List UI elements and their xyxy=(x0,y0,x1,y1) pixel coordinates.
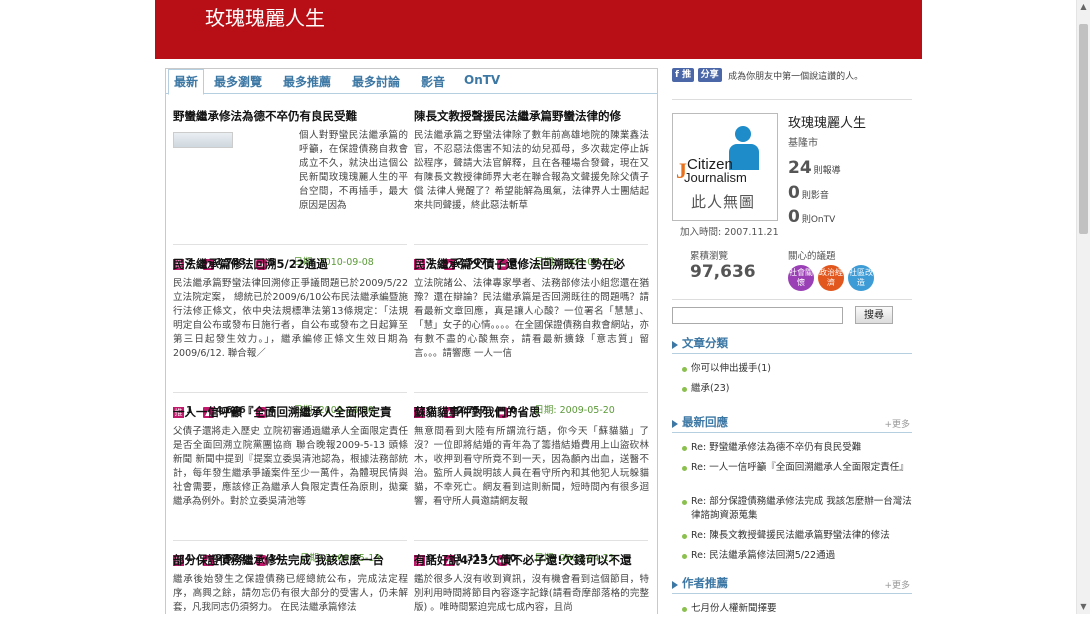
article-title[interactable]: 陳長文教授聲援民法繼承篇野蠻法律的修 xyxy=(414,108,649,124)
divider xyxy=(173,244,407,245)
response-item[interactable]: Re: 民法繼承篇修法回溯5/22通過 xyxy=(682,549,917,563)
article-card: 一人一信呼籲『全面回溯繼承人全面限定責 父債子還將走入歷史 立院初審通過繼承人全… xyxy=(173,404,408,566)
scroll-down-arrow-icon[interactable]: ▼ xyxy=(1077,600,1090,614)
divider xyxy=(414,244,648,245)
tab-ontv[interactable]: OnTV xyxy=(464,73,500,87)
divider xyxy=(414,392,648,393)
facebook-like-bar: f 推 分享 成為你朋友中第一個說這讚的人。 xyxy=(672,68,863,82)
author-name[interactable]: 玫瑰瑰麗人生 xyxy=(788,112,866,131)
divider xyxy=(672,353,912,354)
divider xyxy=(672,593,912,594)
divider xyxy=(173,540,407,541)
video-count-label: 則影音 xyxy=(801,191,829,201)
article-card: 有話好說4/23欠債不必子還!欠錢可以不還 鑑於很多人沒有收到資訊，沒有機會看到… xyxy=(414,552,649,617)
divider xyxy=(672,299,912,300)
responses-title: 最新回應 xyxy=(672,414,728,430)
article-excerpt: 繼承後始發生之保證債務已經總統公布，完成法定程序，高興之餘，請勿忘仍有很大部分的… xyxy=(173,574,408,613)
article-excerpt: 民法繼承篇之野蠻法律除了數年前高雄地院的陳業鑫法官，不忍惡法傷害不知法的幼兒孤母… xyxy=(414,130,649,211)
tab-most-recommended[interactable]: 最多推薦 xyxy=(283,73,331,90)
person-icon xyxy=(735,126,751,142)
category-item[interactable]: 繼承(23) xyxy=(682,382,917,396)
report-count-label: 則報導 xyxy=(813,166,841,176)
article-list-panel: 最新 最多瀏覽 最多推薦 最多討論 影音 OnTV 野蠻繼承修法為德不卒仍有良民… xyxy=(165,68,658,614)
total-views-label: 累積瀏覽 xyxy=(690,251,729,262)
article-title[interactable]: 野蠻繼承修法為德不卒仍有良民受難 xyxy=(173,108,408,124)
article-excerpt-text: 個人對野蠻民法繼承篇的呼籲，在保證債務自救會成立不久，就決出這個公民新聞玫瑰瑰麗… xyxy=(299,130,408,211)
article-excerpt: 無意間看到大陸有所謂流行語，你今天「蘇貓貓」了沒？一位即將結婚的青年為了籌措結婚… xyxy=(414,426,649,507)
article-card: 陳長文教授聲援民法繼承篇野蠻法律的修 民法繼承篇之野蠻法律除了數年前高雄地院的陳… xyxy=(414,108,649,270)
scroll-up-arrow-icon[interactable]: ▲ xyxy=(1077,0,1090,14)
facebook-f-icon: f xyxy=(675,70,679,80)
article-card: 部分保證債務繼承修法完成 我該怎麼一台 繼承後始發生之保證債務已經總統公布，完成… xyxy=(173,552,408,617)
category-item[interactable]: 你可以伸出援手(1) xyxy=(682,362,917,376)
response-item[interactable]: Re: 陳長文教授聲援民法繼承篇野蠻法律的修法 xyxy=(682,529,917,543)
article-title[interactable]: 部分保證債務繼承修法完成 我該怎麼一台 xyxy=(173,552,408,568)
person-body-shape xyxy=(729,144,759,170)
article-thumbnail[interactable] xyxy=(173,132,233,148)
divider xyxy=(672,432,912,433)
divider xyxy=(414,540,648,541)
article-excerpt: 鑑於很多人沒有收到資訊，沒有機會看到這個節目，特別利用時間將節目內容逐字記錄(請… xyxy=(414,574,649,613)
recommended-more-link[interactable]: +更多 xyxy=(884,578,910,591)
article-title[interactable]: 有話好說4/23欠債不必子還!欠錢可以不還 xyxy=(414,552,649,568)
report-count-value: 24 xyxy=(788,158,812,178)
avatar-caption: 此人無圖 xyxy=(691,193,756,211)
article-card: 民法繼承篇修法回溯5/22通過 民法繼承篇野蠻法律回溯修正爭議問題已於2009/… xyxy=(173,256,408,418)
total-views: 97,636 xyxy=(690,262,756,282)
tab-most-discussed[interactable]: 最多討論 xyxy=(352,73,400,90)
responses-more-link[interactable]: +更多 xyxy=(884,417,910,430)
topic-badge[interactable]: 社會關懷 xyxy=(788,265,814,291)
search-input[interactable] xyxy=(672,307,843,324)
topics-label: 關心的議題 xyxy=(788,251,836,262)
blog-title[interactable]: 玫瑰瑰麗人生 xyxy=(205,2,325,31)
divider xyxy=(173,392,407,393)
recommended-title: 作者推薦 xyxy=(672,575,728,591)
article-card: 野蠻繼承修法為德不卒仍有良民受難 個人對野蠻民法繼承篇的呼籲，在保證債務自救會成… xyxy=(173,108,408,270)
page-scrollbar[interactable]: ▲ ▼ xyxy=(1076,0,1090,614)
topic-badge[interactable]: 政治經濟 xyxy=(818,265,844,291)
article-card: 民法繼承篇父債子還修法回溯既往 勢在必 立法院諸公、法律專家學者、法務部修法小組… xyxy=(414,256,649,418)
response-item[interactable]: Re: 野蠻繼承修法為德不卒仍有良民受難 xyxy=(682,441,917,455)
facebook-recommend-button[interactable]: f 推 xyxy=(672,68,695,82)
facebook-recommend-label: 推 xyxy=(682,70,692,80)
article-excerpt: 民法繼承篇野蠻法律回溯修正爭議問題已於2009/5/22立法院定案， 總統已於2… xyxy=(173,278,408,359)
divider xyxy=(672,99,912,100)
tab-video[interactable]: 影音 xyxy=(421,73,445,90)
tab-most-viewed[interactable]: 最多瀏覽 xyxy=(214,73,262,90)
categories-title: 文章分類 xyxy=(672,335,728,351)
report-count: 24 則報導 xyxy=(788,158,841,178)
video-count: 0 則影音 xyxy=(788,183,829,203)
response-item[interactable]: Re: 部分保證債務繼承修法完成 我該怎麼辦一台灣法律諮詢資源蒐集 xyxy=(682,495,917,523)
article-title[interactable]: 一人一信呼籲『全面回溯繼承人全面限定責 xyxy=(173,404,408,420)
blog-header: 玫瑰瑰麗人生 xyxy=(155,0,922,59)
avatar[interactable]: J Citizen Journalism 此人無圖 xyxy=(672,113,778,221)
avatar-logo-word2: Journalism xyxy=(684,170,747,185)
facebook-like-text: 成為你朋友中第一個說這讚的人。 xyxy=(728,71,864,82)
article-tabs: 最新 最多瀏覽 最多推薦 最多討論 影音 OnTV xyxy=(166,69,657,95)
article-excerpt: 父債子還將走入歷史 立院初審通過繼承人全面限定責任 是否全面回溯立院黨團協商 聯… xyxy=(173,426,408,507)
response-item[interactable]: Re: 一人一信呼籲『全面回溯繼承人全面限定責任』 xyxy=(682,461,917,475)
article-excerpt: 立法院諸公、法律專家學者、法務部修法小組您還在猶豫？還在辯論？民法繼承篇是否回溯… xyxy=(414,278,649,359)
article-card: 蘇貓貓事件對我們的省思 無意間看到大陸有所謂流行語，你今天「蘇貓貓」了沒？一位即… xyxy=(414,404,649,566)
ontv-count: 0 則OnTV xyxy=(788,207,835,227)
article-title[interactable]: 民法繼承篇修法回溯5/22通過 xyxy=(173,256,408,272)
article-excerpt: 個人對野蠻民法繼承篇的呼籲，在保證債務自救會成立不久，就決出這個公民新聞玫瑰瑰麗… xyxy=(173,129,408,227)
search-button[interactable]: 搜尋 xyxy=(855,306,893,324)
article-title[interactable]: 民法繼承篇父債子還修法回溯既往 勢在必 xyxy=(414,256,649,272)
facebook-share-button[interactable]: 分享 xyxy=(697,68,722,82)
ontv-count-label: 則OnTV xyxy=(801,215,836,225)
scrollbar-thumb[interactable] xyxy=(1079,24,1088,234)
author-city: 基隆市 xyxy=(788,138,818,149)
tab-latest[interactable]: 最新 xyxy=(168,69,205,95)
join-date: 加入時間: 2007.11.21 xyxy=(680,227,779,238)
article-title[interactable]: 蘇貓貓事件對我們的省思 xyxy=(414,404,649,420)
topic-badge[interactable]: 社區改造 xyxy=(848,265,874,291)
video-count-value: 0 xyxy=(788,183,800,203)
ontv-count-value: 0 xyxy=(788,207,800,227)
